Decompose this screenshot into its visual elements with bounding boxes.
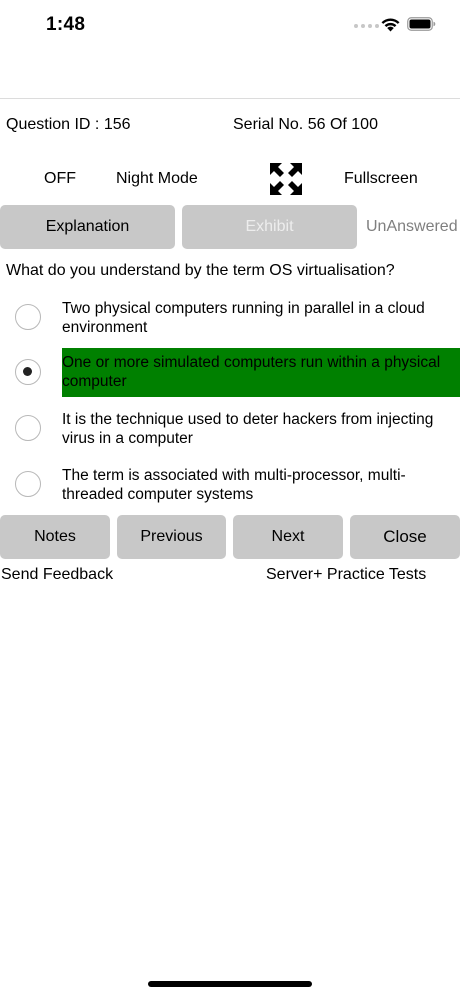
question-text: What do you understand by the term OS vi… xyxy=(6,262,395,279)
fullscreen-icon[interactable] xyxy=(269,162,303,196)
option-text[interactable]: The term is associated with multi-proces… xyxy=(62,466,456,504)
app-name-link[interactable]: Server+ Practice Tests xyxy=(266,566,426,584)
radio-selected-dot xyxy=(23,367,32,376)
exhibit-button[interactable]: Exhibit xyxy=(182,205,357,249)
option-text-selected[interactable]: One or more simulated computers run with… xyxy=(62,348,460,397)
night-mode-toggle[interactable]: OFF xyxy=(44,170,76,188)
notes-button[interactable]: Notes xyxy=(0,515,110,559)
serial-number: Serial No. 56 Of 100 xyxy=(233,116,378,133)
nav-divider xyxy=(0,98,460,99)
status-bar: 1:48 xyxy=(0,0,460,50)
explanation-button[interactable]: Explanation xyxy=(0,205,175,249)
close-button[interactable]: Close xyxy=(350,515,460,559)
option-text[interactable]: It is the technique used to deter hacker… xyxy=(62,410,456,448)
previous-button[interactable]: Previous xyxy=(117,515,226,559)
battery-icon xyxy=(407,17,436,31)
radio-button[interactable] xyxy=(15,304,41,330)
next-button[interactable]: Next xyxy=(233,515,343,559)
answer-status: UnAnswered xyxy=(366,218,458,235)
question-id: Question ID : 156 xyxy=(6,116,131,133)
night-mode-label: Night Mode xyxy=(116,170,198,187)
wifi-icon xyxy=(381,18,400,32)
radio-button[interactable] xyxy=(15,415,41,441)
cellular-signal-icon xyxy=(354,24,379,28)
radio-button[interactable] xyxy=(15,471,41,497)
option-text[interactable]: Two physical computers running in parall… xyxy=(62,299,456,337)
send-feedback-link[interactable]: Send Feedback xyxy=(1,566,113,584)
status-time: 1:48 xyxy=(46,14,86,35)
fullscreen-label[interactable]: Fullscreen xyxy=(344,170,418,188)
radio-button-selected[interactable] xyxy=(15,359,41,385)
home-indicator[interactable] xyxy=(148,981,312,987)
